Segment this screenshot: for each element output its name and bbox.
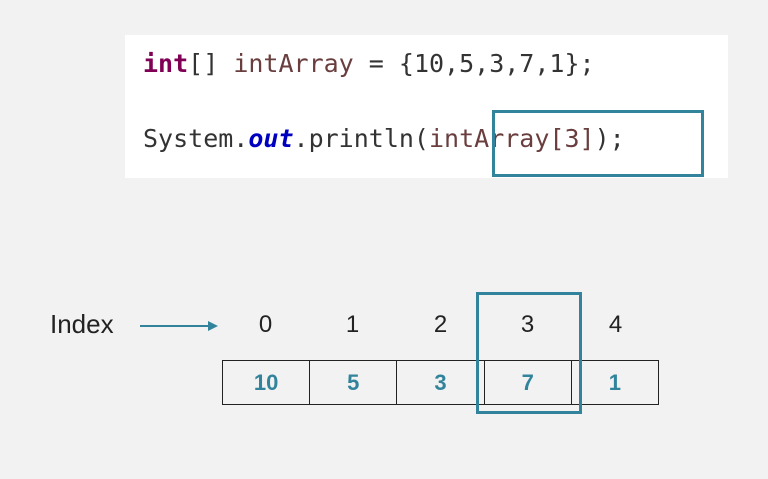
index-value: 4 [608,311,623,338]
println-call: .println( [293,124,429,153]
index-value: 2 [433,311,448,338]
system-class: System. [143,124,249,153]
array-cells: 10 5 3 7 1 [222,360,659,405]
array-identifier: intArray [233,49,354,78]
code-highlight-box [492,110,704,177]
array-highlight-box [476,292,582,414]
index-arrow-icon [140,321,218,331]
array-initializer: = {10,5,3,7,1}; [353,49,595,78]
array-cell: 5 [310,361,398,404]
index-label: Index [50,309,114,339]
index-value: 0 [258,311,273,338]
code-line-array-declaration: int[] intArray = {10,5,3,7,1}; [143,49,595,78]
array-cell: 1 [608,369,622,395]
out-field: out [248,124,294,153]
array-cell: 3 [397,361,485,404]
array-brackets: [] [188,49,234,78]
array-cell: 10 [223,361,311,404]
index-value: 1 [345,311,360,338]
keyword-int: int [143,49,189,78]
